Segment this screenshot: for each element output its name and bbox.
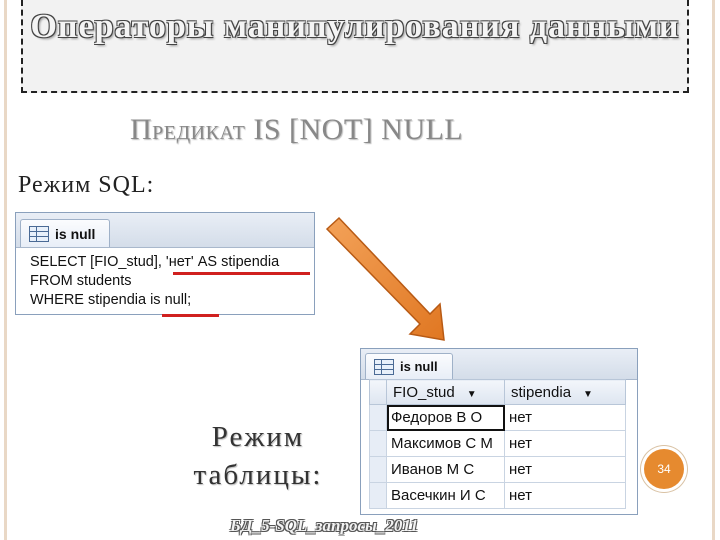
table-cell[interactable]: Васечкин И С — [386, 482, 505, 509]
table-cell[interactable]: нет — [504, 482, 626, 509]
chevron-down-icon[interactable]: ▼ — [467, 389, 477, 400]
table-header-row: FIO_stud ▼ stipendia ▼ — [369, 379, 626, 405]
chevron-down-icon[interactable]: ▼ — [583, 389, 593, 400]
slide-border-left — [4, 0, 7, 540]
sql-tab-label: is null — [55, 225, 96, 242]
table-cell[interactable]: нет — [504, 404, 626, 431]
table-cell[interactable]: нет — [504, 430, 626, 457]
sql-query-tab[interactable]: is null — [20, 219, 111, 247]
datasheet-tab-label: is null — [400, 359, 438, 374]
subtitle-cap: П — [130, 113, 153, 146]
title-box: Операторы манипулирования данными — [21, 0, 689, 93]
table-mode-label: Режим таблицы: — [193, 421, 323, 491]
arrow-shape — [325, 216, 445, 341]
datasheet-tab-bar: is null — [361, 349, 637, 380]
underline-net-as-stipendia — [173, 272, 310, 275]
sql-mode-label: Режим SQL: — [18, 172, 155, 198]
table-row[interactable]: Федоров В О нет — [369, 404, 626, 431]
row-selector[interactable] — [369, 456, 387, 483]
table-cell[interactable]: Федоров В О — [386, 404, 505, 431]
column-header-label: FIO_stud — [393, 383, 455, 401]
sql-editor[interactable]: SELECT [FIO_stud], 'нет' AS stipendia FRO… — [30, 253, 279, 310]
row-selector[interactable] — [369, 404, 387, 431]
row-selector[interactable] — [369, 482, 387, 509]
subtitle-rest: IS [NOT] NULL — [245, 113, 464, 146]
row-selector[interactable] — [369, 430, 387, 457]
table-grid-icon — [29, 225, 49, 242]
column-header-stipendia[interactable]: stipendia ▼ — [504, 379, 626, 405]
sql-line-1: SELECT [FIO_stud], 'нет' AS stipendia — [30, 254, 280, 270]
slide-title: Операторы манипулирования данными — [30, 8, 680, 45]
sql-query-window: is null SELECT [FIO_stud], 'нет' AS stip… — [15, 212, 315, 315]
underline-is-null — [162, 314, 219, 317]
datasheet-window: is null FIO_stud ▼ stipendia ▼ Федоров В О… — [360, 348, 638, 515]
column-header-fio-stud[interactable]: FIO_stud ▼ — [386, 379, 505, 405]
datasheet-table: FIO_stud ▼ stipendia ▼ Федоров В О нет Мак… — [369, 379, 626, 509]
table-row[interactable]: Васечкин И С нет — [369, 482, 626, 509]
sql-line-3: WHERE stipendia is null; — [30, 292, 192, 308]
page-number-badge: 34 — [644, 449, 684, 489]
column-header-label: stipendia — [511, 383, 572, 401]
datasheet-tab[interactable]: is null — [365, 353, 453, 379]
slide-footer: БД_5-SQL_запросы_2011 — [230, 516, 419, 535]
table-cell[interactable]: Иванов М С — [386, 456, 505, 483]
subtitle-smallcaps: РЕДИКАТ — [152, 122, 246, 144]
slide-subtitle: ПРЕДИКАТ IS [NOT] NULL — [130, 112, 463, 151]
select-all-corner[interactable] — [369, 379, 387, 405]
table-row[interactable]: Иванов М С нет — [369, 456, 626, 483]
slide-border-right — [712, 0, 715, 540]
table-cell[interactable]: нет — [504, 456, 626, 483]
table-cell[interactable]: Максимов С М — [386, 430, 505, 457]
sql-tab-bar: is null — [16, 213, 314, 248]
table-grid-icon — [374, 358, 394, 375]
table-row[interactable]: Максимов С М нет — [369, 430, 626, 457]
